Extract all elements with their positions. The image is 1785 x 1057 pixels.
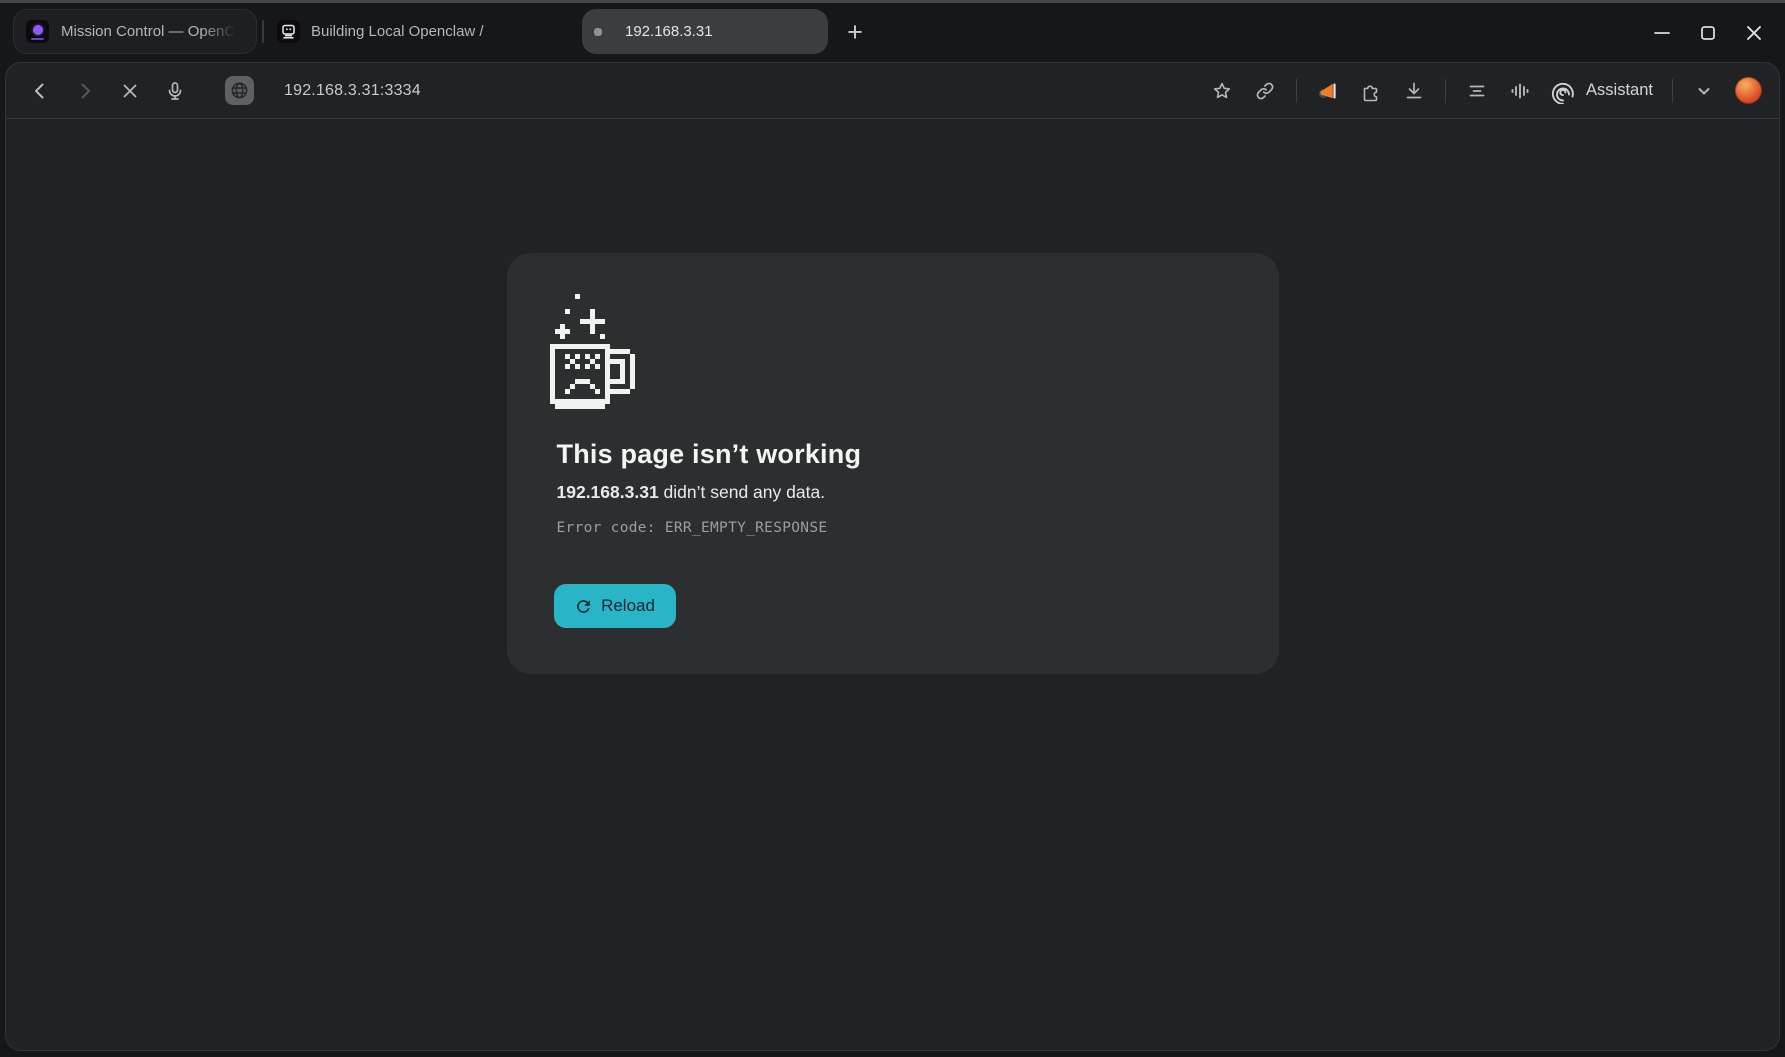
error-title: This page isn’t working bbox=[557, 439, 862, 470]
star-icon bbox=[1210, 79, 1234, 103]
extension-megaphone-button[interactable] bbox=[1316, 79, 1340, 103]
copy-link-button[interactable] bbox=[1253, 79, 1277, 103]
tab-title: Building Local Openclaw / bbox=[311, 23, 571, 40]
mission-control-favicon bbox=[26, 20, 49, 43]
reload-button[interactable]: Reload bbox=[554, 584, 676, 628]
minimize-icon bbox=[1650, 21, 1674, 45]
close-icon bbox=[1742, 21, 1766, 45]
bookmark-button[interactable] bbox=[1210, 79, 1234, 103]
stop-icon bbox=[118, 79, 142, 103]
toolbar-divider bbox=[1445, 79, 1446, 103]
window-controls bbox=[1639, 3, 1785, 62]
voice-waveform-button[interactable] bbox=[1508, 79, 1532, 103]
back-button[interactable] bbox=[28, 79, 52, 103]
extensions-button[interactable] bbox=[1359, 79, 1383, 103]
megaphone-icon bbox=[1316, 79, 1340, 103]
sad-mug-icon bbox=[550, 289, 635, 409]
mic-icon bbox=[163, 79, 187, 103]
browser-window: Mission Control — OpenC Building Local O… bbox=[0, 0, 1785, 1057]
toolbar-divider bbox=[1296, 79, 1297, 103]
tab-building-local-openclaw[interactable]: Building Local Openclaw / bbox=[274, 9, 574, 54]
align-list-icon bbox=[1465, 79, 1489, 103]
assistant-icon bbox=[1551, 78, 1577, 104]
waveform-icon bbox=[1508, 79, 1532, 103]
assistant-button[interactable]: Assistant bbox=[1551, 78, 1653, 104]
new-tab-button[interactable]: + bbox=[838, 13, 872, 51]
profile-avatar[interactable] bbox=[1735, 77, 1762, 104]
maximize-button[interactable] bbox=[1685, 13, 1731, 53]
downloads-button[interactable] bbox=[1402, 79, 1426, 103]
tab-separator bbox=[262, 20, 264, 43]
stop-button[interactable] bbox=[118, 79, 142, 103]
retro-computer-favicon bbox=[277, 20, 300, 43]
error-message: 192.168.3.31 didn’t send any data. bbox=[557, 482, 826, 503]
browser-panel: 192.168.3.31:3334 bbox=[5, 62, 1780, 1051]
tab-active-ip[interactable]: 192.168.3.31 bbox=[582, 9, 828, 54]
navigation-toolbar: 192.168.3.31:3334 bbox=[6, 63, 1779, 119]
toolbar-divider bbox=[1672, 79, 1673, 103]
forward-button[interactable] bbox=[73, 79, 97, 103]
address-bar[interactable]: 192.168.3.31:3334 bbox=[284, 82, 421, 100]
back-icon bbox=[28, 79, 52, 103]
tab-title: Mission Control — OpenC bbox=[61, 23, 241, 40]
tab-strip: Mission Control — OpenC Building Local O… bbox=[0, 3, 1785, 62]
puzzle-icon bbox=[1359, 79, 1383, 103]
minimize-button[interactable] bbox=[1639, 13, 1685, 53]
error-host: 192.168.3.31 bbox=[557, 482, 659, 502]
globe-icon bbox=[229, 80, 250, 101]
assistant-label: Assistant bbox=[1586, 81, 1653, 100]
tab-mission-control[interactable]: Mission Control — OpenC bbox=[13, 9, 257, 54]
download-icon bbox=[1402, 79, 1426, 103]
error-code: Error code: ERR_EMPTY_RESPONSE bbox=[557, 520, 828, 536]
error-card: This page isn’t working 192.168.3.31 did… bbox=[507, 253, 1279, 674]
error-page: This page isn’t working 192.168.3.31 did… bbox=[6, 120, 1779, 1051]
tab-title: 192.168.3.31 bbox=[625, 23, 713, 40]
reload-label: Reload bbox=[601, 596, 655, 616]
site-info-button[interactable] bbox=[225, 76, 254, 105]
voice-search-button[interactable] bbox=[163, 79, 187, 103]
menu-chevron-button[interactable] bbox=[1692, 79, 1716, 103]
reading-list-button[interactable] bbox=[1465, 79, 1489, 103]
dot-favicon bbox=[594, 28, 602, 36]
reload-icon bbox=[574, 597, 593, 616]
close-button[interactable] bbox=[1731, 13, 1777, 53]
forward-icon bbox=[73, 79, 97, 103]
maximize-icon bbox=[1696, 21, 1720, 45]
link-icon bbox=[1253, 79, 1277, 103]
chevron-down-icon bbox=[1692, 79, 1716, 103]
error-message-rest: didn’t send any data. bbox=[659, 482, 825, 502]
